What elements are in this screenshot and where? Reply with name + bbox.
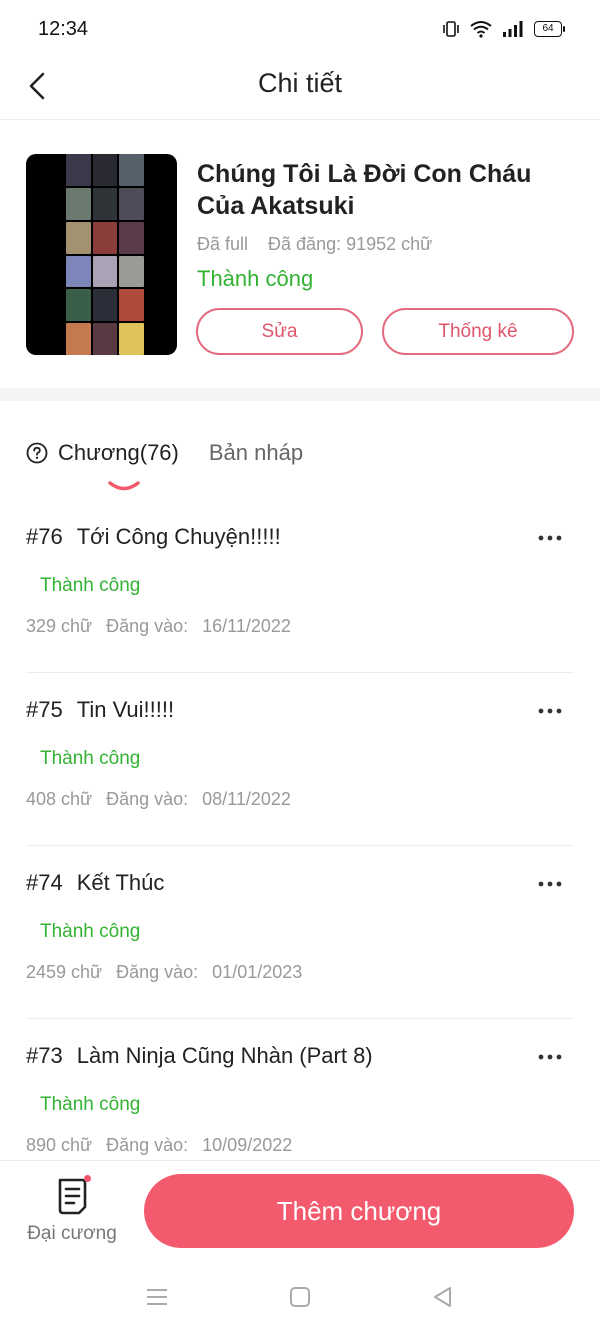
posted-label: Đăng vào: [106, 789, 189, 809]
chapter-tabs: Chương(76) Bản nháp [26, 440, 303, 491]
outline-button[interactable]: Đại cương [24, 1175, 120, 1249]
notification-dot [84, 1175, 91, 1182]
chapter-status: Thành công [40, 1094, 141, 1115]
chapter-name: Tin Vui!!!!! [76, 697, 175, 722]
more-options-icon[interactable] [532, 699, 568, 723]
vibrate-icon [442, 20, 460, 38]
more-options-icon[interactable] [532, 526, 568, 550]
bottom-action-bar: Đại cương Thêm chương [0, 1160, 600, 1260]
more-options-icon[interactable] [532, 872, 568, 896]
chapter-title: #76 Tới Công Chuyện!!!!! [26, 524, 281, 550]
page-title: Chi tiết [257, 68, 343, 98]
chapter-meta: 408 chữ Đăng vào: 08/11/2022 [26, 789, 291, 810]
chapter-number: #73 [26, 1043, 63, 1068]
chapter-status: Thành công [40, 748, 141, 769]
system-nav-bar [0, 1260, 600, 1333]
chapter-status: Thành công [40, 575, 141, 596]
tab-drafts-label: Bản nháp [208, 440, 304, 465]
status-bar: 12:34 64 [0, 0, 600, 60]
chapter-item[interactable]: #75 Tin Vui!!!!! Thành công 408 chữ Đăng… [26, 673, 574, 846]
back-nav-icon[interactable] [429, 1284, 455, 1310]
tab-chapters[interactable]: Chương(76) [26, 440, 179, 491]
chapter-meta: 890 chữ Đăng vào: 10/09/2022 [26, 1135, 292, 1156]
posted-label: Đăng vào: [116, 962, 199, 982]
tab-drafts[interactable]: Bản nháp [209, 440, 303, 466]
book-meta: Đã full Đã đăng: 91952 chữ [197, 234, 432, 255]
published-word-count: Đã đăng: 91952 chữ [268, 234, 433, 254]
outline-label: Đại cương [27, 1223, 117, 1244]
menu-icon[interactable] [144, 1284, 170, 1310]
chapter-number: #76 [26, 524, 63, 549]
book-cover-image[interactable] [26, 154, 177, 355]
chapter-title: #75 Tin Vui!!!!! [26, 697, 174, 723]
chapter-name: Kết Thúc [76, 870, 165, 895]
status-icons: 64 [442, 20, 565, 38]
signal-icon [502, 20, 524, 38]
stats-button[interactable]: Thống kê [382, 308, 574, 355]
battery-icon: 64 [534, 21, 565, 37]
chapter-title: #74 Kết Thúc [26, 870, 164, 896]
document-list-icon [55, 1175, 91, 1215]
chapter-item[interactable]: #74 Kết Thúc Thành công 2459 chữ Đăng và… [26, 846, 574, 1019]
app-header: Chi tiết [0, 60, 600, 120]
posted-label: Đăng vào: [106, 616, 189, 636]
status-time: 12:34 [38, 18, 89, 40]
posted-label: Đăng vào: [106, 1135, 189, 1155]
chapter-number: #74 [26, 870, 63, 895]
chapter-date: 10/09/2022 [202, 1135, 293, 1155]
chapter-name: Tới Công Chuyện!!!!! [76, 524, 281, 549]
chapter-item[interactable]: #76 Tới Công Chuyện!!!!! Thành công 329 … [26, 500, 574, 673]
chapter-meta: 329 chữ Đăng vào: 16/11/2022 [26, 616, 291, 637]
chapter-title: #73 Làm Ninja Cũng Nhàn (Part 8) [26, 1043, 373, 1069]
chapter-word-count: 890 chữ [26, 1135, 93, 1155]
chapter-word-count: 408 chữ [26, 789, 93, 809]
wifi-icon [470, 20, 492, 38]
active-tab-indicator [108, 481, 140, 491]
question-circle-icon[interactable] [26, 442, 48, 464]
section-divider [0, 388, 600, 401]
more-options-icon[interactable] [532, 1045, 568, 1069]
home-icon[interactable] [287, 1284, 313, 1310]
chapter-status: Thành công [40, 921, 141, 942]
book-title: Chúng Tôi Là Đời Con Cháu Của Akatsuki [197, 160, 532, 220]
tab-chapters-label: Chương(76) [58, 440, 179, 465]
cover-artwork [66, 154, 144, 355]
add-chapter-button[interactable]: Thêm chương [144, 1174, 574, 1248]
chapter-word-count: 329 chữ [26, 616, 93, 636]
chapter-name: Làm Ninja Cũng Nhàn (Part 8) [76, 1043, 373, 1068]
edit-button[interactable]: Sửa [196, 308, 363, 355]
completion-status: Đã full [197, 234, 249, 254]
book-info-card: Chúng Tôi Là Đời Con Cháu Của Akatsuki Đ… [0, 120, 600, 388]
chapter-date: 01/01/2023 [212, 962, 303, 982]
chapter-number: #75 [26, 697, 63, 722]
chapter-meta: 2459 chữ Đăng vào: 01/01/2023 [26, 962, 302, 983]
chapter-list: #76 Tới Công Chuyện!!!!! Thành công 329 … [0, 500, 600, 1192]
chapter-date: 08/11/2022 [202, 789, 291, 809]
chapter-word-count: 2459 chữ [26, 962, 103, 982]
chapter-date: 16/11/2022 [202, 616, 291, 636]
book-status: Thành công [197, 266, 314, 291]
